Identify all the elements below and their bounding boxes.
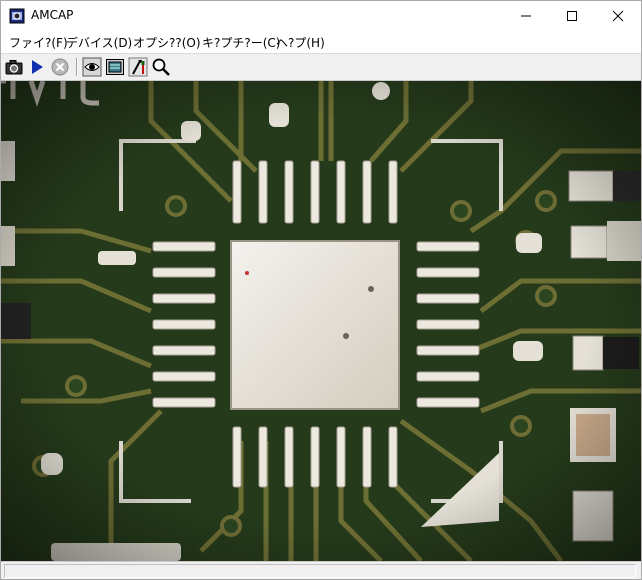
menu-devices[interactable]: デバイス(D) (66, 34, 132, 51)
snapshot-button[interactable] (4, 57, 24, 77)
menu-bar: ファイ?(F) デバイス(D) オプシ??(O) キ?プチ?ー(C) ヘ?プ(H… (1, 31, 641, 53)
close-icon (612, 10, 624, 22)
overlay-button[interactable] (105, 57, 125, 77)
app-camera-icon (9, 8, 25, 24)
minimize-button[interactable] (503, 1, 549, 31)
magnifier-icon (152, 58, 170, 76)
toolbar (1, 53, 641, 81)
maximize-button[interactable] (549, 1, 595, 31)
app-window: AMCAP ファイ?(F) デバイス(D) オプシ??(O) キ?プチ?ー(C)… (0, 0, 642, 580)
status-bar (1, 561, 641, 579)
play-button[interactable] (27, 57, 47, 77)
menu-file[interactable]: ファイ?(F) (9, 34, 68, 51)
stop-icon (51, 58, 69, 76)
camera-icon (5, 60, 23, 75)
settings-button[interactable] (128, 57, 148, 77)
maximize-icon (567, 11, 577, 21)
monitor-icon (106, 59, 124, 75)
window-title: AMCAP (31, 8, 74, 22)
preview-button[interactable] (82, 57, 102, 77)
menu-options[interactable]: オプシ??(O) (133, 34, 201, 51)
title-bar[interactable]: AMCAP (1, 1, 641, 31)
pcb-chip-image (1, 81, 641, 561)
play-icon (32, 60, 43, 74)
status-text (4, 564, 636, 578)
minimize-icon (521, 15, 531, 17)
video-preview[interactable] (1, 81, 641, 561)
stop-button[interactable] (50, 57, 70, 77)
menu-help[interactable]: ヘ?プ(H) (276, 34, 325, 51)
tools-icon (128, 57, 148, 77)
toolbar-separator (76, 58, 78, 76)
zoom-button[interactable] (151, 57, 171, 77)
menu-capture[interactable]: キ?プチ?ー(C) (202, 34, 280, 51)
close-button[interactable] (595, 1, 641, 31)
eye-icon (82, 57, 102, 77)
